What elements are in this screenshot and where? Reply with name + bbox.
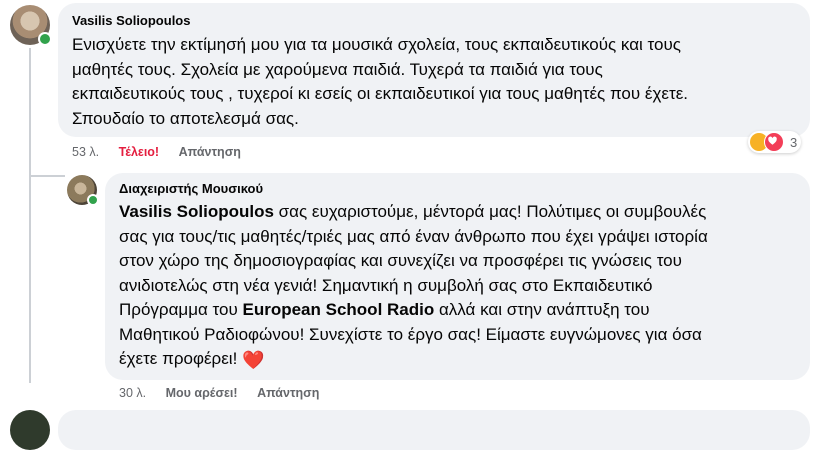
online-status-dot [38, 32, 52, 46]
reaction-count: 3 [790, 134, 798, 150]
reply-line: στον χώρο της δημοσιογραφίας και συνεχίζ… [119, 251, 682, 270]
thread-branch [29, 175, 65, 177]
commenter-avatar[interactable] [10, 5, 52, 46]
reply-line: Vasilis Soliopoulos σας ευχαριστούμε, μέ… [119, 200, 708, 225]
reply-line: Μαθητικού Ραδιοφώνου! Συνεχίστε το έργο … [119, 324, 702, 344]
reply-line-text: έχετε προφέρει! [119, 349, 238, 368]
reply-line: Πρόγραμμα του European School Radio αλλά… [119, 298, 708, 323]
like-button[interactable]: Μου αρέσει! [166, 386, 238, 400]
online-status-dot [87, 194, 99, 206]
comment-author[interactable]: Vasilis Soliopoulos [72, 13, 190, 28]
mention-link[interactable]: Vasilis Soliopoulos [119, 202, 274, 221]
reply-button[interactable]: Απάντηση [257, 386, 319, 400]
comment-actions: 53 λ. Τέλειο! Απάντηση [72, 145, 257, 159]
comment-text: Ενισχύετε την εκτίμησή μου για τα μουσικ… [72, 33, 688, 131]
comment-line: Σπουδαίο το αποτελεσμά σας. [72, 108, 299, 128]
next-comment-bubble [58, 410, 810, 450]
reaction-button[interactable]: Τέλειο! [119, 145, 160, 159]
reply-author[interactable]: Διαχειριστής Μουσικού [119, 181, 263, 196]
love-icon [764, 132, 784, 152]
admin-avatar[interactable] [67, 175, 99, 206]
reply-line-text: αλλά και στην ανάπτυξη του [434, 300, 650, 319]
comment-line: μαθητές τους. Σχολεία με χαρούμενα παιδι… [72, 59, 603, 79]
reply-button[interactable]: Απάντηση [179, 145, 241, 159]
comment-line: εκπαιδευτικούς τους , τυχεροί κι εσείς ο… [72, 84, 689, 103]
reply-line-text: Πρόγραμμα του [119, 300, 243, 319]
reply-line: έχετε προφέρει! ❤️ [119, 347, 708, 373]
page-link[interactable]: European School Radio [243, 300, 435, 319]
thread-connector [29, 48, 31, 383]
reply-line: σας για τους/τις μαθητές/τριές μας από έ… [119, 226, 708, 246]
reply-line-text: σας ευχαριστούμε, μέντορά μας! Πολύτιμες… [273, 202, 707, 221]
reaction-summary[interactable]: 3 [748, 131, 802, 153]
reply-line: ανιδιοτελώς στη νέα γενιά! Σημαντική η σ… [119, 275, 653, 295]
next-commenter-avatar[interactable] [10, 410, 50, 450]
reply-timestamp[interactable]: 30 λ. [119, 386, 146, 400]
comment-line: Ενισχύετε την εκτίμησή μου για τα μουσικ… [72, 35, 681, 54]
reply-text: Vasilis Soliopoulos σας ευχαριστούμε, μέ… [119, 200, 708, 373]
heart-emoji-icon: ❤️ [242, 350, 265, 370]
comment-timestamp[interactable]: 53 λ. [72, 145, 99, 159]
reply-actions: 30 λ. Μου αρέσει! Απάντηση [119, 386, 335, 400]
